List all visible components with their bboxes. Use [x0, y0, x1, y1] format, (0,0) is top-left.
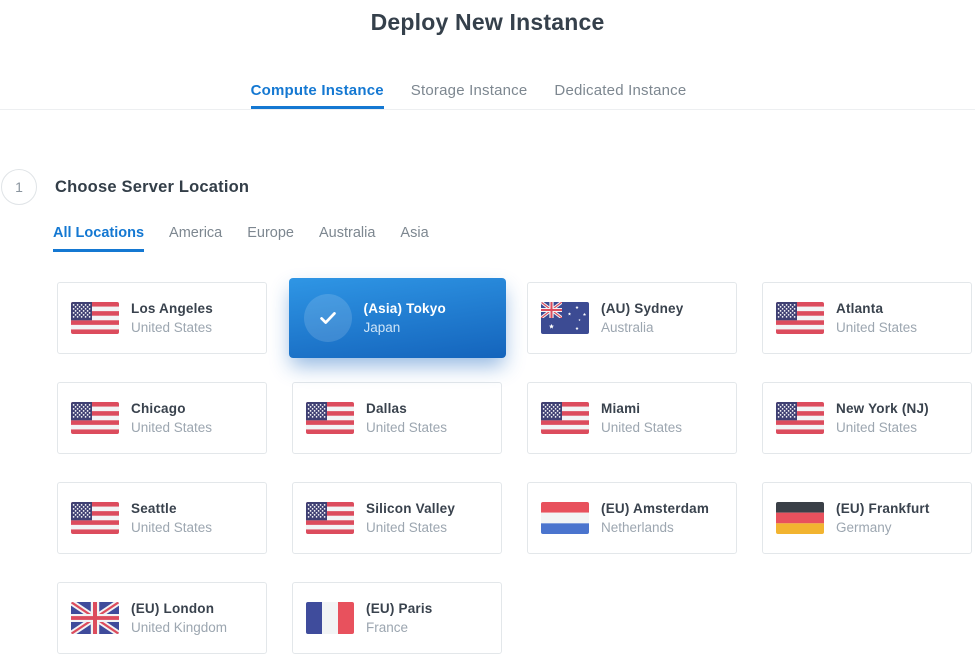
- location-card-paris[interactable]: (EU) Paris France: [292, 582, 502, 654]
- location-city: Seattle: [131, 501, 212, 516]
- filter-all-locations[interactable]: All Locations: [53, 225, 144, 252]
- location-country: United States: [366, 420, 447, 435]
- location-card-miami[interactable]: Miami United States: [527, 382, 737, 454]
- location-card-seattle[interactable]: Seattle United States: [57, 482, 267, 554]
- location-card-amsterdam[interactable]: (EU) Amsterdam Netherlands: [527, 482, 737, 554]
- fr-flag-icon: [306, 602, 354, 634]
- us-flag-icon: [71, 402, 119, 434]
- location-city: (EU) Frankfurt: [836, 501, 930, 516]
- location-city: Chicago: [131, 401, 212, 416]
- nl-flag-icon: [541, 502, 589, 534]
- location-country: Germany: [836, 520, 930, 535]
- location-card-new-york[interactable]: New York (NJ) United States: [762, 382, 972, 454]
- step-number-badge: 1: [1, 169, 37, 205]
- us-flag-icon: [776, 302, 824, 334]
- check-icon: [304, 294, 352, 342]
- filter-europe[interactable]: Europe: [247, 225, 294, 252]
- au-flag-icon: [541, 302, 589, 334]
- location-city: Dallas: [366, 401, 447, 416]
- location-card-los-angeles[interactable]: Los Angeles United States: [57, 282, 267, 354]
- location-country: Australia: [601, 320, 683, 335]
- us-flag-icon: [71, 502, 119, 534]
- location-country: United States: [366, 520, 455, 535]
- location-city: (AU) Sydney: [601, 301, 683, 316]
- page-title: Deploy New Instance: [0, 0, 975, 36]
- location-country: United States: [131, 420, 212, 435]
- location-city: (Asia) Tokyo: [364, 301, 446, 316]
- tab-storage-instance[interactable]: Storage Instance: [411, 82, 528, 109]
- location-city: Miami: [601, 401, 682, 416]
- location-city: Los Angeles: [131, 301, 213, 316]
- tab-dedicated-instance[interactable]: Dedicated Instance: [554, 82, 686, 109]
- location-country: United States: [601, 420, 682, 435]
- filter-asia[interactable]: Asia: [400, 225, 428, 252]
- location-country: United States: [836, 320, 917, 335]
- us-flag-icon: [71, 302, 119, 334]
- location-card-frankfurt[interactable]: (EU) Frankfurt Germany: [762, 482, 972, 554]
- tab-compute-instance[interactable]: Compute Instance: [251, 82, 384, 109]
- us-flag-icon: [306, 502, 354, 534]
- location-city: New York (NJ): [836, 401, 929, 416]
- location-country: United States: [131, 320, 213, 335]
- section-header: 1 Choose Server Location: [0, 169, 975, 205]
- location-country: United States: [836, 420, 929, 435]
- location-city: (EU) Paris: [366, 601, 433, 616]
- location-card-sydney[interactable]: (AU) Sydney Australia: [527, 282, 737, 354]
- section-title: Choose Server Location: [55, 178, 249, 197]
- location-city: (EU) Amsterdam: [601, 501, 709, 516]
- location-card-dallas[interactable]: Dallas United States: [292, 382, 502, 454]
- location-card-london[interactable]: (EU) London United Kingdom: [57, 582, 267, 654]
- gb-flag-icon: [71, 602, 119, 634]
- location-card-chicago[interactable]: Chicago United States: [57, 382, 267, 454]
- location-country: France: [366, 620, 433, 635]
- filter-australia[interactable]: Australia: [319, 225, 375, 252]
- us-flag-icon: [776, 402, 824, 434]
- location-city: Silicon Valley: [366, 501, 455, 516]
- location-card-atlanta[interactable]: Atlanta United States: [762, 282, 972, 354]
- location-card-tokyo-selected[interactable]: (Asia) Tokyo Japan: [289, 278, 506, 358]
- location-filter-tabs: All Locations America Europe Australia A…: [53, 225, 975, 252]
- us-flag-icon: [306, 402, 354, 434]
- location-country: Netherlands: [601, 520, 709, 535]
- location-country: United States: [131, 520, 212, 535]
- us-flag-icon: [541, 402, 589, 434]
- instance-type-tabs: Compute Instance Storage Instance Dedica…: [0, 82, 975, 110]
- location-country: Japan: [364, 320, 446, 335]
- location-grid: Los Angeles United States (Asia) Tokyo J…: [57, 282, 975, 654]
- location-city: Atlanta: [836, 301, 917, 316]
- filter-america[interactable]: America: [169, 225, 222, 252]
- location-country: United Kingdom: [131, 620, 227, 635]
- de-flag-icon: [776, 502, 824, 534]
- location-card-silicon-valley[interactable]: Silicon Valley United States: [292, 482, 502, 554]
- location-city: (EU) London: [131, 601, 227, 616]
